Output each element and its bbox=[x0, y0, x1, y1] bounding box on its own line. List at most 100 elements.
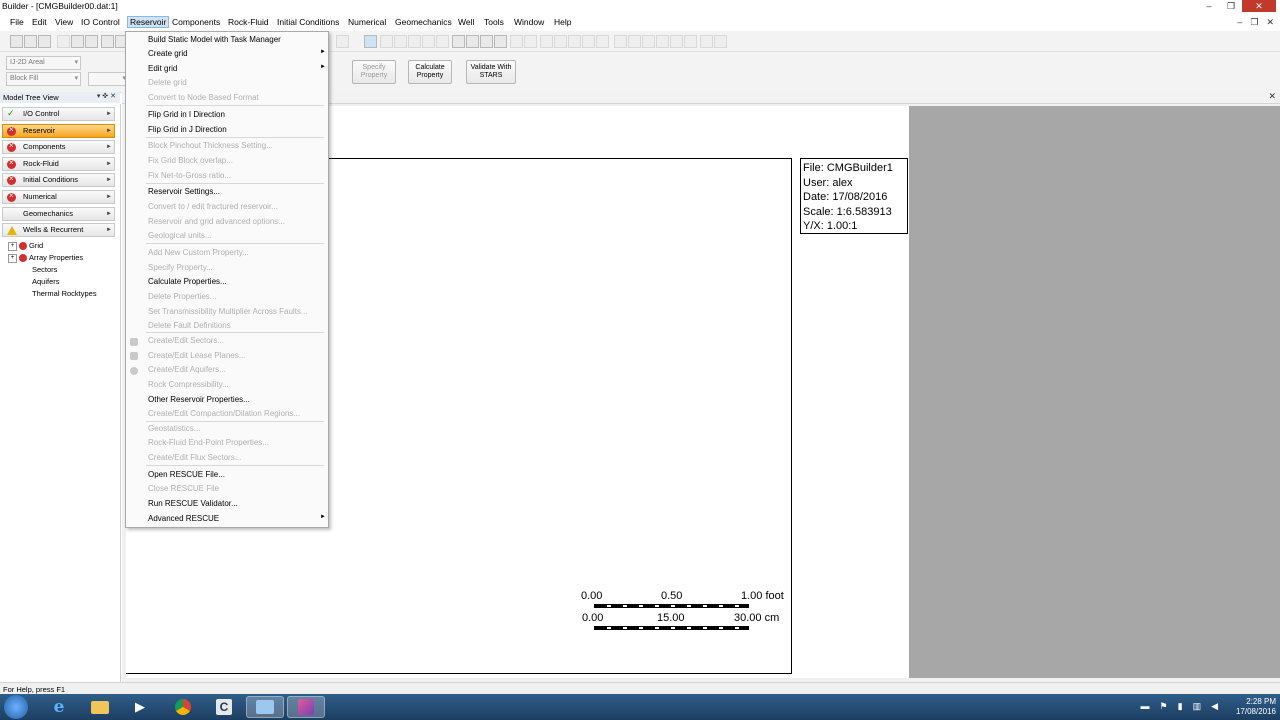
tree-node-initial-conditions[interactable]: Initial Conditions ► bbox=[2, 173, 115, 187]
tree-item-array-properties[interactable]: + Array Properties bbox=[8, 253, 83, 263]
menu-item-geostatistics[interactable]: Geostatistics... bbox=[148, 424, 200, 433]
tree-item-aquifers[interactable]: Aquifers bbox=[32, 277, 60, 286]
start-button[interactable] bbox=[4, 695, 28, 719]
mesh-icon[interactable] bbox=[554, 35, 567, 48]
tree-node-rock-fluid[interactable]: Rock-Fluid ► bbox=[2, 157, 115, 171]
menu-initial-conditions[interactable]: Initial Conditions bbox=[275, 17, 341, 27]
well-icon[interactable] bbox=[642, 35, 655, 48]
validate-stars-button[interactable]: Validate With STARS bbox=[466, 60, 516, 84]
calculate-property-button[interactable]: Calculate Property bbox=[408, 60, 452, 84]
menu-reservoir[interactable]: Reservoir bbox=[127, 16, 170, 28]
dropdown-icon[interactable]: ▾ bbox=[97, 93, 101, 100]
menu-item-sectors[interactable]: Create/Edit Sectors... bbox=[148, 336, 224, 345]
menu-item-delete-properties[interactable]: Delete Properties... bbox=[148, 292, 216, 301]
menu-item-close-rescue[interactable]: Close RESCUE File bbox=[148, 484, 219, 493]
edit-icon[interactable] bbox=[380, 35, 393, 48]
tree-item-grid[interactable]: + Grid bbox=[8, 241, 43, 251]
menu-item-open-rescue[interactable]: Open RESCUE File... bbox=[148, 470, 225, 479]
menu-item-flip-j[interactable]: Flip Grid in J Direction bbox=[148, 125, 227, 134]
tree-item-thermal-rocktypes[interactable]: Thermal Rocktypes bbox=[32, 289, 97, 298]
options-icon[interactable] bbox=[714, 35, 727, 48]
tree-node-components[interactable]: Components ► bbox=[2, 140, 115, 154]
menu-item-geological-units[interactable]: Geological units... bbox=[148, 231, 212, 240]
menu-file[interactable]: File bbox=[8, 17, 26, 27]
menu-item-delete-faults[interactable]: Delete Fault Definitions bbox=[148, 321, 231, 330]
menu-view[interactable]: View bbox=[53, 17, 75, 27]
expand-icon[interactable]: + bbox=[8, 241, 17, 251]
zoom-window-icon[interactable] bbox=[494, 35, 507, 48]
tree-node-wells-recurrent[interactable]: Wells & Recurrent ► bbox=[2, 223, 115, 237]
close-icon[interactable]: ✕ bbox=[1268, 91, 1276, 102]
tree-node-io-control[interactable]: I/O Control ► bbox=[2, 107, 115, 121]
undo-icon[interactable] bbox=[101, 35, 114, 48]
taskbar-internet-explorer[interactable]: e bbox=[40, 696, 78, 718]
taskbar-app-7[interactable] bbox=[287, 696, 325, 718]
fill-type-combo[interactable]: Block Fill bbox=[6, 72, 81, 86]
menu-item-fix-overlap[interactable]: Fix Grid Block overlap... bbox=[148, 156, 233, 165]
menu-tools[interactable]: Tools bbox=[482, 17, 506, 27]
close-icon[interactable]: ✕ bbox=[110, 93, 116, 100]
section-icon[interactable] bbox=[596, 35, 609, 48]
minimize-button[interactable]: – bbox=[1198, 0, 1220, 12]
layer-icon[interactable] bbox=[582, 35, 595, 48]
menu-item-create-grid[interactable]: Create grid ► bbox=[148, 49, 326, 58]
specify-property-button[interactable]: Specify Property bbox=[352, 60, 396, 84]
paste-icon[interactable] bbox=[85, 35, 98, 48]
table-icon[interactable] bbox=[614, 35, 627, 48]
menu-numerical[interactable]: Numerical bbox=[346, 17, 388, 27]
clock[interactable]: 2:28 PM 17/08/2016 bbox=[1236, 697, 1276, 717]
menu-item-flux-sectors[interactable]: Create/Edit Flux Sectors... bbox=[148, 453, 241, 462]
taskbar-cmg-launcher[interactable]: C bbox=[205, 696, 243, 718]
menu-item-rock-compressibility[interactable]: Rock Compressibility... bbox=[148, 380, 229, 389]
menu-item-reservoir-settings[interactable]: Reservoir Settings... bbox=[148, 187, 220, 196]
view-type-combo[interactable]: IJ-2D Areal bbox=[6, 56, 81, 70]
menu-item-rescue-validator[interactable]: Run RESCUE Validator... bbox=[148, 499, 238, 508]
select-mode-icon[interactable] bbox=[364, 35, 377, 48]
taskbar-cmg-builder[interactable] bbox=[246, 696, 284, 718]
merge-icon[interactable] bbox=[436, 35, 449, 48]
contour-icon[interactable] bbox=[684, 35, 697, 48]
node-icon[interactable] bbox=[408, 35, 421, 48]
grid-icon[interactable] bbox=[568, 35, 581, 48]
block-icon[interactable] bbox=[628, 35, 641, 48]
menu-rock-fluid[interactable]: Rock-Fluid bbox=[226, 17, 271, 27]
reset-view-icon[interactable] bbox=[524, 35, 537, 48]
menu-item-fix-ntg[interactable]: Fix Net-to-Gross ratio... bbox=[148, 171, 231, 180]
menu-item-flip-i[interactable]: Flip Grid in I Direction bbox=[148, 110, 225, 119]
taskbar-media-player[interactable]: ▶ bbox=[121, 696, 159, 718]
flag-icon[interactable]: ⚑ bbox=[1160, 701, 1168, 712]
taskbar-file-explorer[interactable] bbox=[81, 696, 119, 718]
menu-item-other-properties[interactable]: Other Reservoir Properties... bbox=[148, 395, 250, 404]
pin-icon[interactable]: ✜ bbox=[102, 93, 108, 100]
save-icon[interactable] bbox=[38, 35, 51, 48]
menu-item-pinchout[interactable]: Block Pinchout Thickness Setting... bbox=[148, 141, 273, 150]
menu-item-advanced-options[interactable]: Reservoir and grid advanced options... bbox=[148, 217, 285, 226]
network-icon[interactable]: ▥ bbox=[1193, 701, 1202, 712]
split-icon[interactable] bbox=[422, 35, 435, 48]
open-file-icon[interactable] bbox=[24, 35, 37, 48]
expand-icon[interactable]: + bbox=[8, 253, 17, 263]
tree-node-reservoir[interactable]: Reservoir ► bbox=[2, 124, 115, 138]
menu-window[interactable]: Window bbox=[512, 17, 546, 27]
fault-icon[interactable] bbox=[656, 35, 669, 48]
close-button[interactable]: ✕ bbox=[1242, 0, 1276, 12]
menu-help[interactable]: Help bbox=[552, 17, 573, 27]
zoom-icon[interactable] bbox=[480, 35, 493, 48]
menu-item-fractured[interactable]: Convert to / edit fractured reservoir... bbox=[148, 202, 278, 211]
move-icon[interactable] bbox=[466, 35, 479, 48]
menu-item-advanced-rescue[interactable]: Advanced RESCUE ► bbox=[148, 514, 326, 523]
taskbar-chrome[interactable] bbox=[164, 696, 202, 718]
menu-item-convert-node-based[interactable]: Convert to Node Based Format bbox=[148, 93, 259, 102]
mdi-minimize-button[interactable]: – bbox=[1237, 17, 1242, 28]
menu-item-build-static-model[interactable]: Build Static Model with Task Manager bbox=[148, 35, 281, 44]
gear-icon[interactable] bbox=[700, 35, 713, 48]
menu-item-delete-grid[interactable]: Delete grid bbox=[148, 78, 187, 87]
menu-item-calculate-properties[interactable]: Calculate Properties... bbox=[148, 277, 227, 286]
menu-components[interactable]: Components bbox=[170, 17, 222, 27]
menu-geomechanics[interactable]: Geomechanics bbox=[393, 17, 454, 27]
menu-well[interactable]: Well bbox=[456, 17, 476, 27]
new-file-icon[interactable] bbox=[10, 35, 23, 48]
pan-icon[interactable] bbox=[452, 35, 465, 48]
menu-io-control[interactable]: IO Control bbox=[79, 17, 122, 27]
menu-item-specify-property[interactable]: Specify Property... bbox=[148, 263, 213, 272]
